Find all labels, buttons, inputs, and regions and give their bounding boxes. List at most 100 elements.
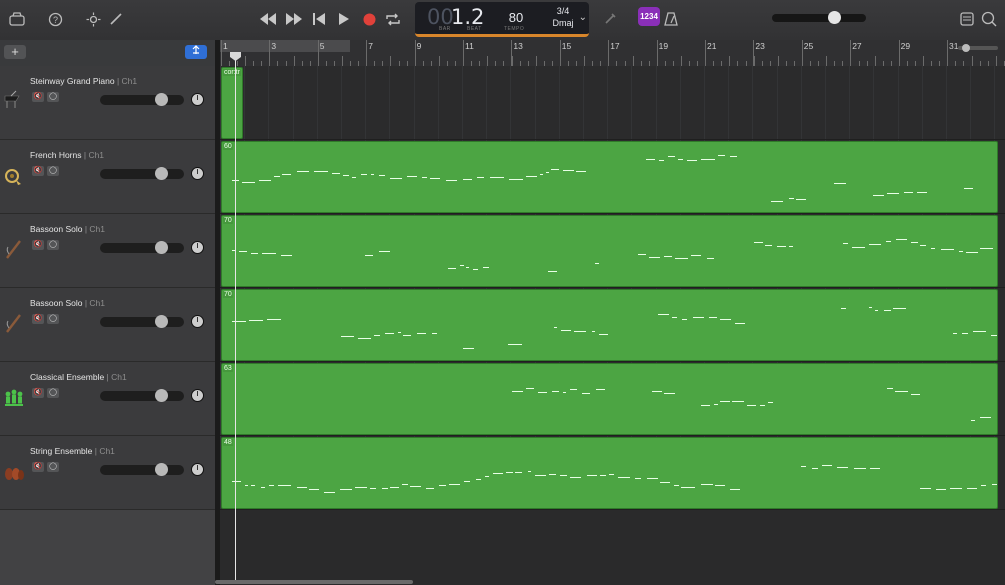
zoom-knob[interactable] — [962, 44, 970, 52]
smart-controls-icon[interactable] — [84, 10, 102, 28]
midi-note — [646, 159, 656, 160]
midi-region[interactable]: cor:tr — [221, 67, 243, 139]
catch-playhead-button[interactable] — [185, 45, 207, 59]
ruler-subtick — [802, 56, 804, 66]
midi-note — [833, 183, 846, 184]
tuner-icon[interactable] — [601, 10, 619, 28]
lcd-display[interactable]: 00 1.2 BAR BEAT 80 TEMPO 3/4 Dmaj ⌄ — [415, 2, 589, 37]
go-to-beginning-icon[interactable] — [310, 10, 328, 28]
headphones-icon[interactable]: ◯ — [47, 462, 59, 472]
track-volume-knob[interactable] — [155, 167, 168, 180]
midi-note — [764, 245, 772, 246]
track-lane[interactable]: 48 — [220, 436, 1005, 510]
track-volume-knob[interactable] — [155, 463, 168, 476]
midi-region[interactable]: 70 — [221, 215, 998, 287]
notepad-icon[interactable] — [958, 10, 976, 28]
headphones-icon[interactable]: ◯ — [47, 92, 59, 102]
track-header[interactable]: Classical Ensemble | Ch1 🔇 ◯ — [0, 362, 215, 436]
midi-note — [538, 392, 548, 393]
midi-region[interactable]: 48 — [221, 437, 998, 509]
cycle-area[interactable] — [220, 40, 350, 52]
track-volume-slider[interactable] — [100, 93, 184, 106]
horizontal-scrollbar[interactable] — [215, 580, 413, 584]
pan-knob[interactable] — [191, 463, 204, 476]
mute-icon[interactable]: 🔇 — [32, 240, 44, 250]
mute-icon[interactable]: 🔇 — [32, 92, 44, 102]
track-volume-knob[interactable] — [155, 93, 168, 106]
midi-note — [340, 489, 353, 490]
midi-note — [868, 307, 872, 308]
midi-note — [398, 332, 402, 333]
track-volume-slider[interactable] — [100, 463, 184, 476]
count-in-button[interactable]: 1234 — [638, 7, 660, 26]
track-lane[interactable]: 70 — [220, 214, 1005, 288]
mute-icon[interactable]: 🔇 — [32, 462, 44, 472]
playhead[interactable] — [235, 55, 236, 580]
pan-knob[interactable] — [191, 167, 204, 180]
ruler-subtick — [971, 56, 973, 66]
track-lane[interactable]: 63 — [220, 362, 1005, 436]
ruler-subtick — [414, 56, 416, 66]
lcd-tempo[interactable]: 80 — [505, 10, 527, 25]
bar-gridline — [679, 66, 681, 139]
track-lane[interactable]: 60 — [220, 140, 1005, 214]
track-volume-slider[interactable] — [100, 241, 184, 254]
track-header[interactable]: Bassoon Solo | Ch1 🔇 ◯ — [0, 214, 215, 288]
track-lane[interactable]: 70 — [220, 288, 1005, 362]
mute-icon[interactable]: 🔇 — [32, 388, 44, 398]
track-volume-knob[interactable] — [155, 241, 168, 254]
midi-region[interactable]: 63 — [221, 363, 998, 435]
pan-knob[interactable] — [191, 93, 204, 106]
help-icon[interactable]: ? — [46, 10, 64, 28]
track-name[interactable]: French Horns | Ch1 — [30, 150, 104, 160]
ruler-subtick — [898, 56, 900, 66]
midi-note — [548, 474, 556, 475]
headphones-icon[interactable]: ◯ — [47, 240, 59, 250]
track-name[interactable]: Bassoon Solo | Ch1 — [30, 298, 105, 308]
track-header[interactable]: Steinway Grand Piano | Ch1 🔇 ◯ — [0, 66, 215, 140]
chevron-down-icon[interactable]: ⌄ — [579, 12, 587, 23]
ruler-subtick — [656, 56, 658, 66]
play-icon[interactable] — [335, 10, 353, 28]
track-header[interactable]: Bassoon Solo | Ch1 🔇 ◯ — [0, 288, 215, 362]
master-volume-knob[interactable] — [828, 11, 841, 24]
cycle-icon[interactable] — [384, 10, 402, 28]
add-track-button[interactable]: + — [4, 45, 26, 59]
track-header[interactable]: String Ensemble | Ch1 🔇 ◯ — [0, 436, 215, 510]
track-name[interactable]: Classical Ensemble | Ch1 — [30, 372, 127, 382]
track-volume-knob[interactable] — [155, 315, 168, 328]
pan-knob[interactable] — [191, 315, 204, 328]
tracks-area[interactable]: cor:tr 60 70 70 63 48 — [220, 66, 1005, 585]
track-volume-slider[interactable] — [100, 315, 184, 328]
pan-knob[interactable] — [191, 389, 204, 402]
midi-region[interactable]: 60 — [221, 141, 998, 213]
metronome-icon[interactable] — [662, 10, 680, 28]
ruler-subtick — [995, 56, 997, 66]
track-volume-slider[interactable] — [100, 167, 184, 180]
track-lane[interactable]: cor:tr — [220, 66, 1005, 140]
track-volume-knob[interactable] — [155, 389, 168, 402]
track-header[interactable]: French Horns | Ch1 🔇 ◯ — [0, 140, 215, 214]
midi-note — [895, 239, 907, 240]
master-volume-slider[interactable] — [772, 14, 866, 22]
headphones-icon[interactable]: ◯ — [47, 314, 59, 324]
ruler[interactable]: 1 3 5 7 9 11 13 15 17 19 21 23 25 27 29 31 — [220, 40, 1005, 67]
headphones-icon[interactable]: ◯ — [47, 388, 59, 398]
track-volume-slider[interactable] — [100, 389, 184, 402]
track-name[interactable]: Steinway Grand Piano | Ch1 — [30, 76, 137, 86]
midi-note — [570, 389, 578, 390]
rewind-icon[interactable] — [259, 10, 277, 28]
track-name[interactable]: Bassoon Solo | Ch1 — [30, 224, 105, 234]
fast-forward-icon[interactable] — [285, 10, 303, 28]
library-icon[interactable] — [8, 10, 26, 28]
editors-icon[interactable] — [107, 10, 125, 28]
lcd-signature[interactable]: 3/4 Dmaj — [549, 5, 577, 29]
browser-icon[interactable] — [980, 10, 998, 28]
mute-icon[interactable]: 🔇 — [32, 166, 44, 176]
record-icon[interactable] — [360, 10, 378, 28]
headphones-icon[interactable]: ◯ — [47, 166, 59, 176]
pan-knob[interactable] — [191, 241, 204, 254]
mute-icon[interactable]: 🔇 — [32, 314, 44, 324]
midi-region[interactable]: 70 — [221, 289, 998, 361]
track-name[interactable]: String Ensemble | Ch1 — [30, 446, 115, 456]
